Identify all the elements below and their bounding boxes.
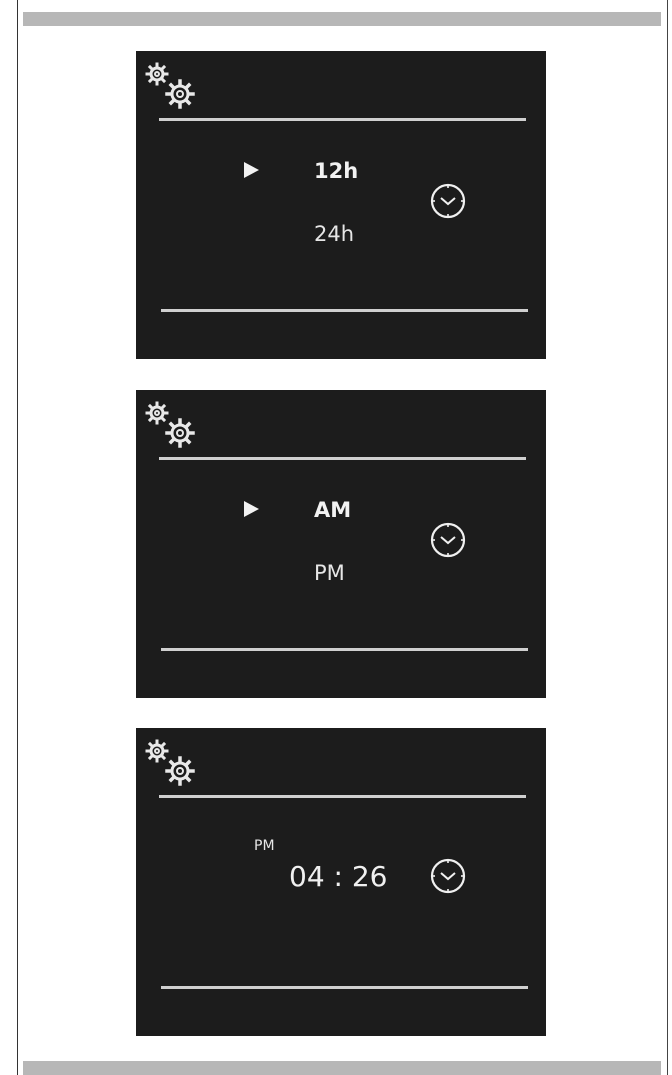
page-footer-bar [23, 1061, 661, 1075]
display-screen-time: PM 04 : 26 [136, 728, 546, 1036]
option-selected[interactable]: 12h [314, 159, 358, 183]
gear-settings-icon [145, 62, 195, 109]
clock-icon [430, 183, 466, 219]
top-divider [159, 795, 526, 798]
display-screen-format: 12h 24h [136, 51, 546, 359]
bottom-divider [161, 986, 528, 989]
top-divider [159, 118, 526, 121]
time-readout[interactable]: 04 : 26 [289, 862, 388, 892]
bottom-divider [161, 648, 528, 651]
selection-arrow-icon [244, 501, 259, 517]
option-alternate[interactable]: 24h [314, 222, 354, 246]
page-left-rule [17, 0, 18, 1075]
option-selected[interactable]: AM [314, 498, 351, 522]
page-header-bar [23, 12, 661, 26]
option-alternate[interactable]: PM [314, 561, 345, 585]
display-screen-period: AM PM [136, 390, 546, 698]
page-right-rule [667, 0, 668, 1075]
time-period-label: PM [254, 838, 275, 854]
top-divider [159, 457, 526, 460]
gear-settings-icon [145, 401, 195, 448]
gear-settings-icon [145, 739, 195, 786]
manual-page: 12h 24h AM PM PM 04: 26 [0, 0, 672, 1075]
clock-icon [430, 858, 466, 894]
clock-icon [430, 522, 466, 558]
selection-arrow-icon [244, 162, 259, 178]
bottom-divider [161, 309, 528, 312]
